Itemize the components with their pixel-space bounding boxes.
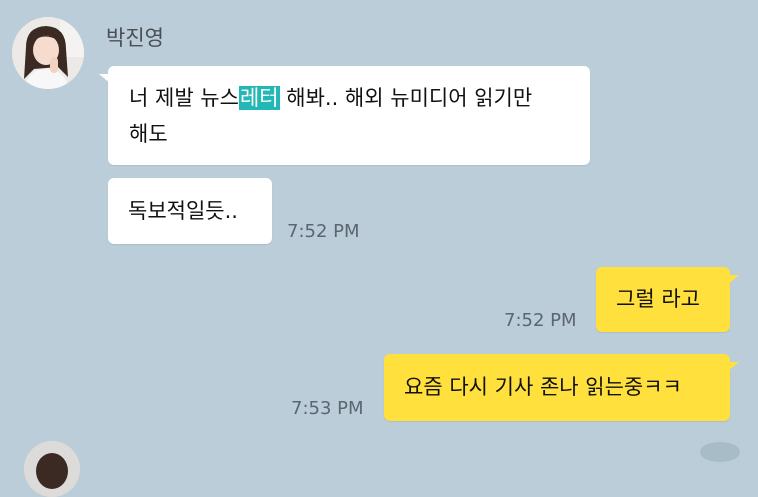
sender-avatar[interactable] [24, 441, 80, 497]
message-timestamp: 7:53 PM [291, 398, 364, 419]
incoming-message-bubble[interactable]: 독보적일듯.. [108, 178, 272, 244]
sender-avatar[interactable] [12, 17, 84, 89]
message-timestamp: 7:52 PM [287, 221, 360, 242]
message-text: 너 제발 뉴스레터 해봐.. 해외 뉴미디어 읽기만 [129, 80, 570, 116]
avatar-photo [12, 17, 84, 89]
message-text: 요즘 다시 기사 존나 읽는중ㅋㅋ [404, 375, 682, 399]
bubble-tail [727, 362, 739, 372]
message-text-part: 해봐.. 해외 뉴미디어 읽기만 [279, 86, 533, 110]
bubble-tail [727, 275, 739, 285]
incoming-message-bubble[interactable]: 너 제발 뉴스레터 해봐.. 해외 뉴미디어 읽기만 해도 [99, 66, 590, 165]
scroll-down-indicator[interactable] [700, 442, 740, 462]
message-text: 독보적일듯.. [128, 199, 238, 223]
message-text: 그럴 라고 [616, 287, 700, 311]
message-text-part: 너 제발 뉴스 [129, 86, 239, 110]
message-text-line2: 해도 [129, 122, 168, 146]
message-timestamp: 7:52 PM [504, 310, 577, 331]
avatar-photo [24, 441, 80, 497]
sender-name: 박진영 [106, 26, 164, 50]
outgoing-message-bubble[interactable]: 요즘 다시 기사 존나 읽는중ㅋㅋ [384, 354, 739, 421]
highlighted-text: 레터 [238, 86, 280, 110]
bubble-tail [99, 74, 111, 84]
outgoing-message-bubble[interactable]: 그럴 라고 [596, 267, 739, 332]
